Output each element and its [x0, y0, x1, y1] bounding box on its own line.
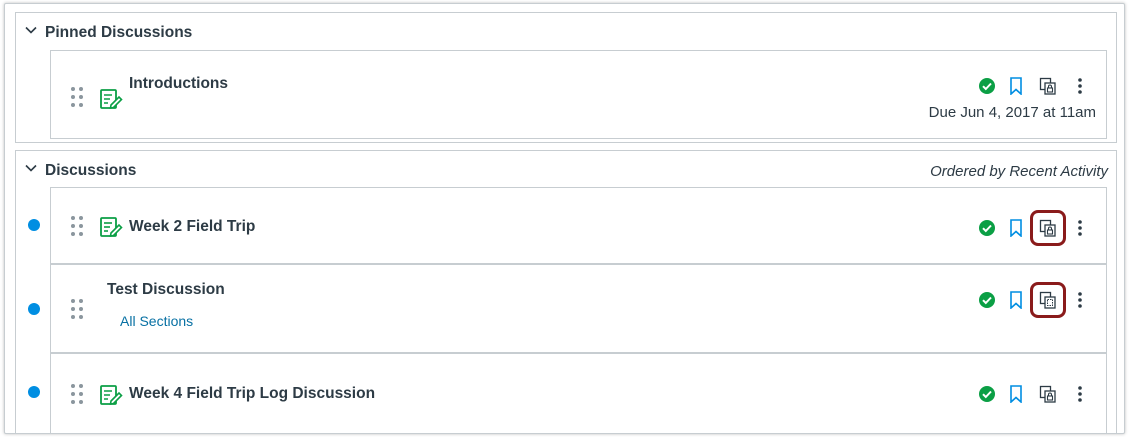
discussions-section-title: Discussions [45, 162, 137, 179]
drag-handle-icon[interactable] [71, 299, 85, 321]
discussions-page: Pinned Discussions Introductions Due Jun… [4, 3, 1125, 434]
copy-icon[interactable] [1036, 288, 1060, 312]
unread-indicator [28, 219, 40, 231]
discussion-icon [99, 87, 123, 111]
discussion-icon [99, 383, 123, 407]
bookmark-icon[interactable] [1004, 288, 1028, 312]
discussion-row-week-2[interactable]: Week 2 Field Trip [50, 187, 1107, 264]
pinned-section-header: Pinned Discussions [16, 13, 1116, 49]
discussion-actions [962, 382, 1092, 406]
bookmark-icon[interactable] [1004, 382, 1028, 406]
chevron-down-icon[interactable] [24, 23, 38, 37]
discussion-title[interactable]: Test Discussion [107, 281, 225, 299]
kebab-menu-icon[interactable] [1068, 74, 1092, 98]
discussion-row-week-4[interactable]: Week 4 Field Trip Log Discussion [50, 353, 1107, 433]
drag-handle-icon[interactable] [71, 87, 85, 109]
discussion-row-test-discussion[interactable]: Test Discussion All Sections [50, 264, 1107, 353]
kebab-menu-icon[interactable] [1068, 382, 1092, 406]
drag-handle-icon[interactable] [71, 216, 85, 238]
unread-indicator [28, 303, 40, 315]
published-check-icon[interactable] [975, 382, 999, 406]
pinned-discussions-section: Pinned Discussions Introductions Due Jun… [15, 12, 1117, 143]
kebab-menu-icon[interactable] [1068, 288, 1092, 312]
discussion-title[interactable]: Week 4 Field Trip Log Discussion [129, 385, 375, 403]
sort-order-label: Ordered by Recent Activity [930, 163, 1108, 180]
pinned-section-title: Pinned Discussions [45, 24, 193, 41]
discussion-title[interactable]: Introductions [129, 75, 228, 93]
bookmark-icon[interactable] [1004, 216, 1028, 240]
kebab-menu-icon[interactable] [1068, 216, 1092, 240]
discussions-section-header: Discussions Ordered by Recent Activity [16, 151, 1116, 187]
discussions-section: Discussions Ordered by Recent Activity W… [15, 150, 1117, 433]
discussion-actions [962, 210, 1092, 246]
due-date: Due Jun 4, 2017 at 11am [928, 104, 1096, 121]
published-check-icon[interactable] [975, 288, 999, 312]
copy-lock-icon[interactable] [1036, 74, 1060, 98]
sections-link[interactable]: All Sections [120, 313, 193, 329]
discussion-actions [962, 74, 1092, 98]
bookmark-icon[interactable] [1004, 74, 1028, 98]
discussion-row-introductions[interactable]: Introductions Due Jun 4, 2017 at 11am [50, 50, 1107, 139]
discussion-title[interactable]: Week 2 Field Trip [129, 218, 255, 236]
chevron-down-icon[interactable] [24, 161, 38, 175]
discussion-actions [962, 282, 1092, 318]
drag-handle-icon[interactable] [71, 384, 85, 406]
published-check-icon[interactable] [975, 74, 999, 98]
published-check-icon[interactable] [975, 216, 999, 240]
copy-lock-icon[interactable] [1036, 382, 1060, 406]
copy-lock-icon[interactable] [1036, 216, 1060, 240]
unread-indicator [28, 386, 40, 398]
discussion-icon [99, 215, 123, 239]
